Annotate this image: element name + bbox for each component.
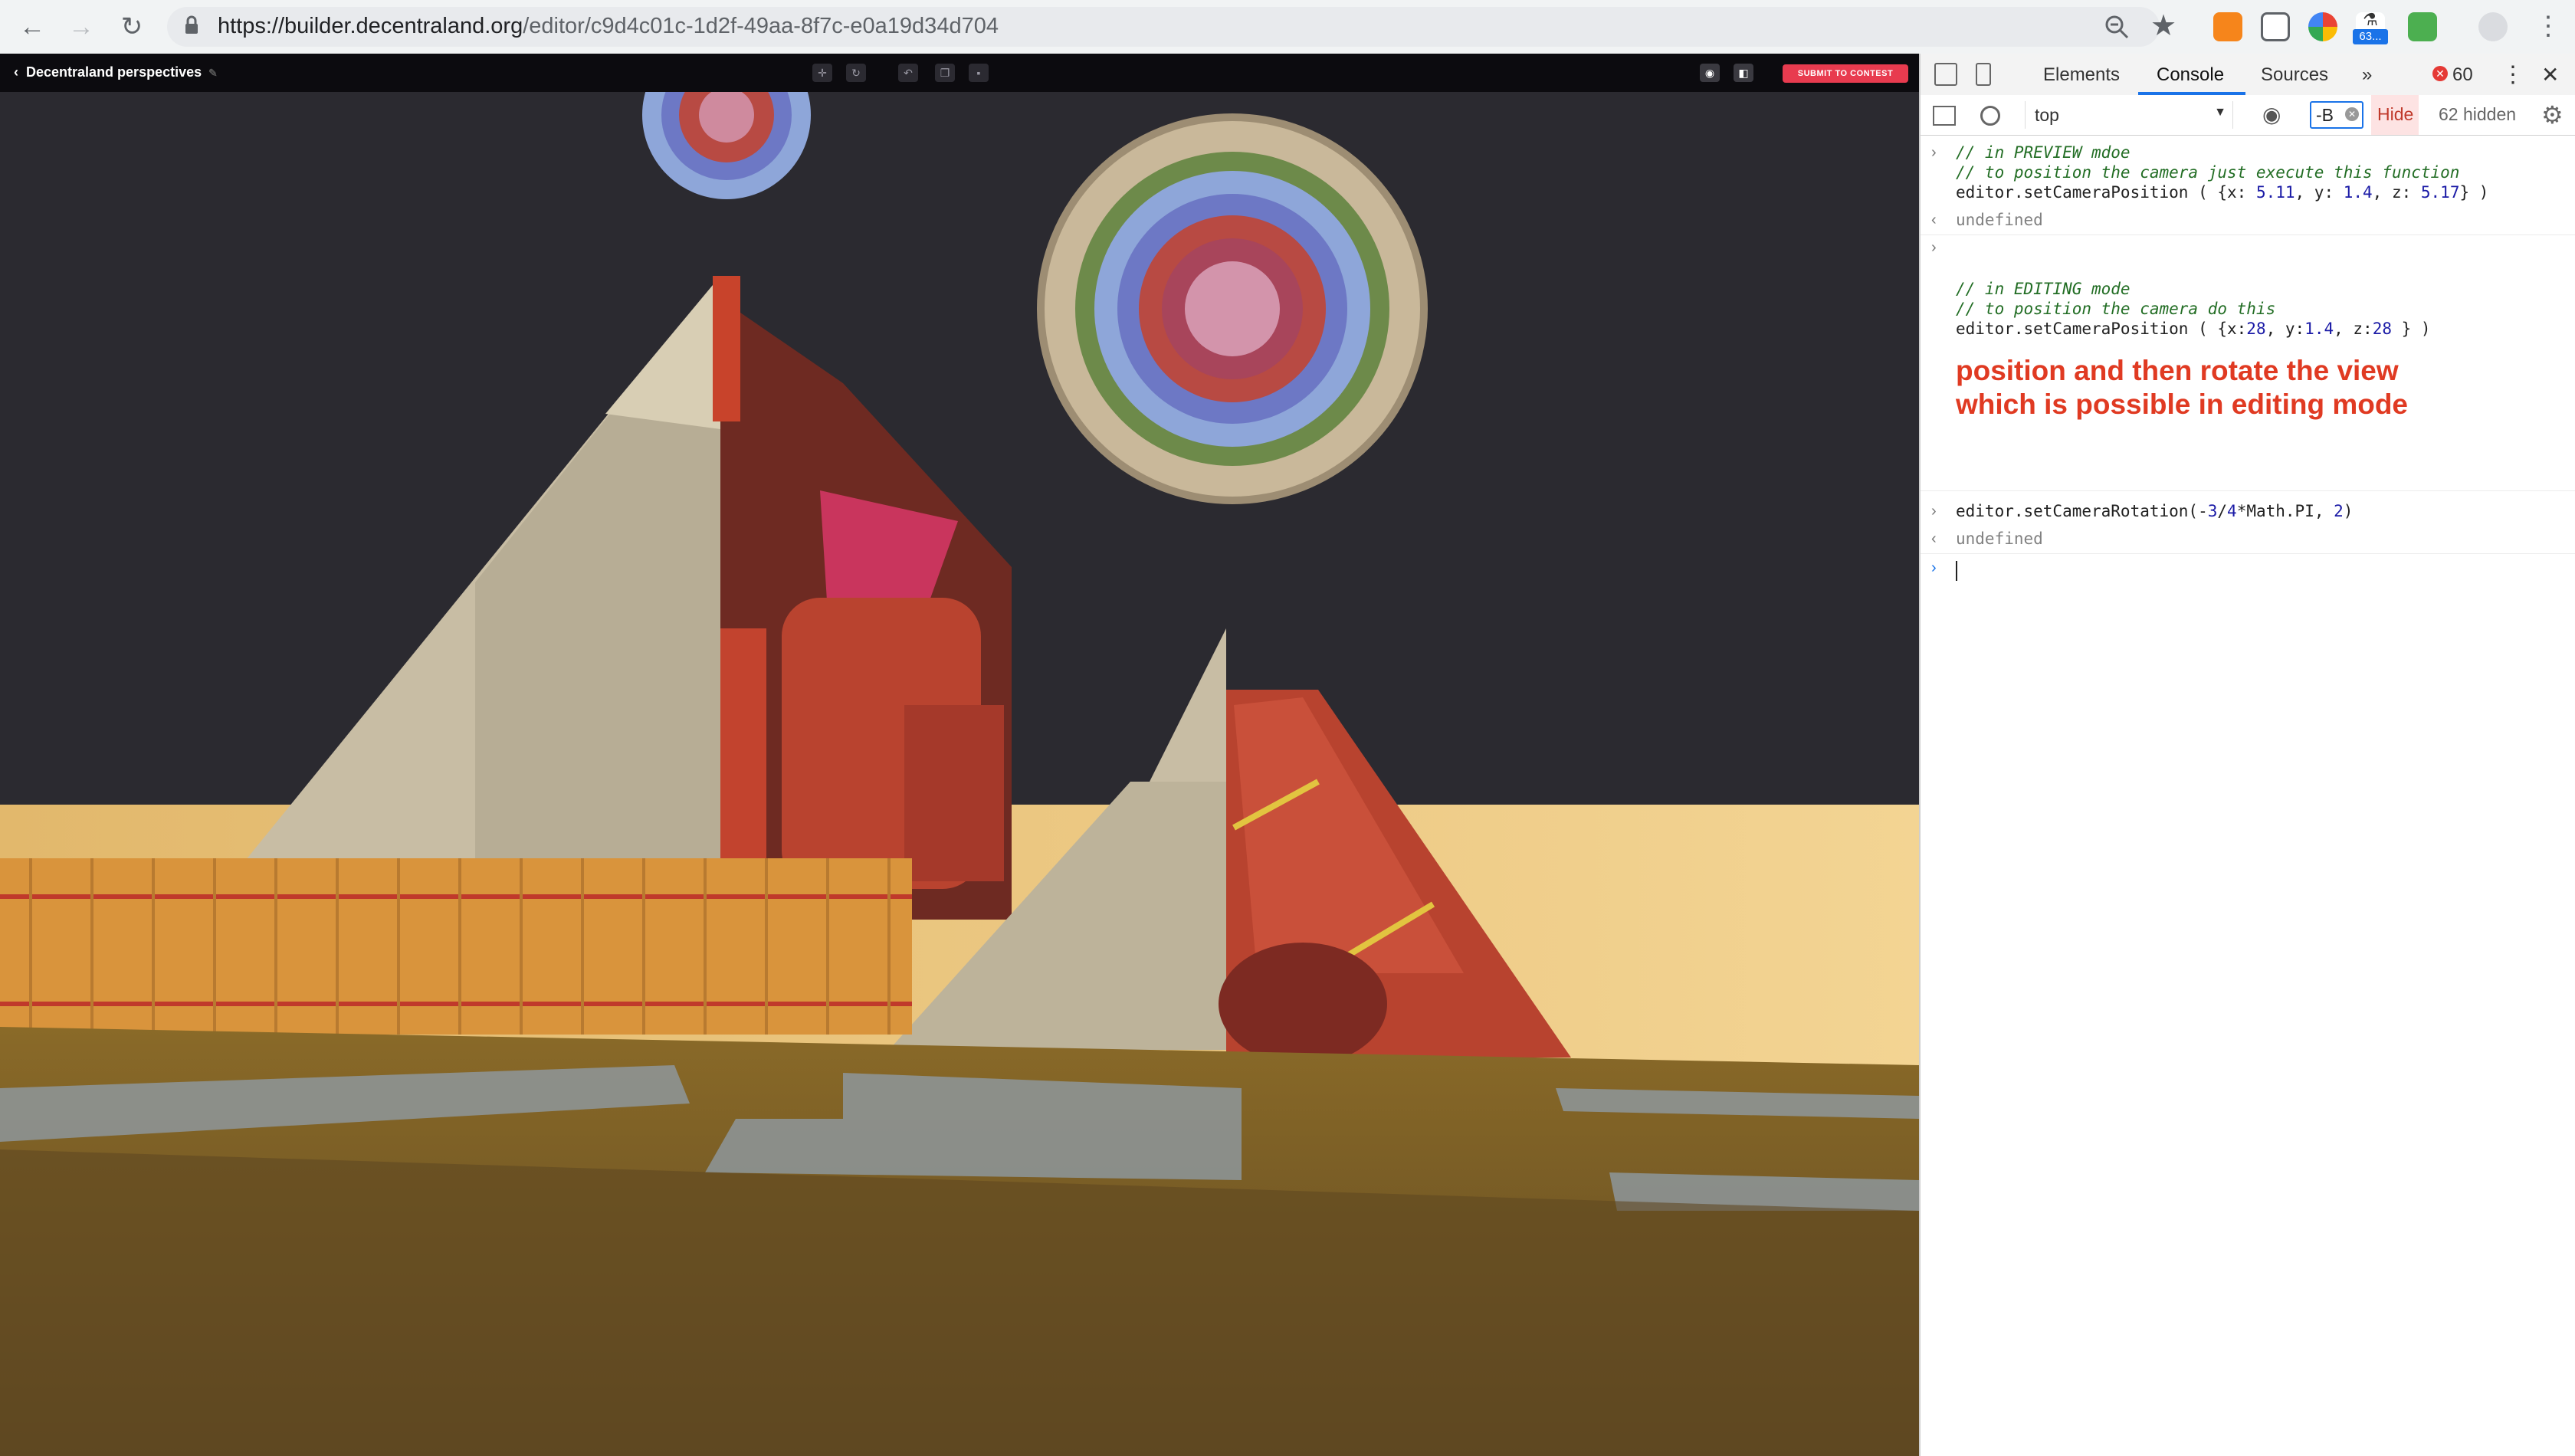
- tab-sources[interactable]: Sources: [2261, 64, 2328, 86]
- result-chevron-icon: ‹: [1931, 530, 1937, 547]
- preview-eye-icon[interactable]: ◉: [1700, 64, 1720, 82]
- text-cursor: [1956, 561, 1957, 581]
- bookmark-star-icon[interactable]: ★: [2150, 8, 2176, 44]
- flask-extension-icon[interactable]: ⚗ 63...: [2353, 11, 2388, 44]
- console-sidebar-icon[interactable]: [1933, 106, 1956, 126]
- browser-menu-icon[interactable]: ⋮: [2535, 9, 2561, 43]
- annotation-line: which is possible in editing mode: [1956, 389, 2409, 420]
- console-command: editor.setCameraPosition ( {x:28, y:1.4,…: [1956, 320, 2431, 338]
- error-count[interactable]: 60: [2452, 64, 2473, 86]
- scene-title[interactable]: Decentraland perspectives: [26, 64, 202, 80]
- context-select[interactable]: top ▼: [2025, 101, 2233, 129]
- metamask-extension-icon[interactable]: [2213, 12, 2242, 41]
- undo-icon[interactable]: ↶: [898, 64, 918, 82]
- console-divider: [1921, 490, 2575, 491]
- context-value: top: [2035, 105, 2059, 125]
- pocket-extension-icon[interactable]: [2261, 12, 2290, 41]
- clear-console-icon[interactable]: [1980, 106, 2000, 126]
- browser-toolbar: ← → ↻ https://builder.decentraland.org/e…: [0, 0, 2575, 54]
- scene-viewport[interactable]: [0, 92, 1919, 1456]
- editor-topbar: ‹ Decentraland perspectives ✎ ✛ ↻ ↶ ❐ ▪ …: [0, 54, 1919, 92]
- more-tabs-icon[interactable]: »: [2362, 64, 2372, 86]
- move-tool-icon[interactable]: ✛: [812, 64, 832, 82]
- barrel-fence[interactable]: [0, 858, 912, 1035]
- console-input[interactable]: [1956, 556, 2535, 584]
- delete-icon[interactable]: ▪: [969, 64, 989, 82]
- console-input-chevron-icon: ›: [1931, 559, 1937, 576]
- error-icon[interactable]: ✕: [2432, 66, 2448, 81]
- url-host: https://builder.decentraland.org: [218, 14, 523, 38]
- console-divider: [1921, 553, 2575, 554]
- back-arrow-icon[interactable]: ←: [15, 10, 49, 44]
- console-result: undefined: [1956, 530, 2043, 548]
- forward-arrow-icon[interactable]: →: [64, 10, 98, 44]
- input-chevron-icon: ›: [1931, 503, 1937, 520]
- sidebar-toggle-icon[interactable]: ◧: [1734, 64, 1753, 82]
- reload-icon[interactable]: ↻: [115, 10, 149, 44]
- input-chevron-icon: ›: [1931, 239, 1937, 256]
- scene-title-area[interactable]: ‹ Decentraland perspectives ✎: [14, 63, 218, 82]
- console-settings-gear-icon[interactable]: ⚙: [2541, 101, 2564, 129]
- console-toolbar: top ▼ ◉ -B ✕ Hide 62 hidden ⚙: [1921, 95, 2575, 136]
- submit-to-contest-button[interactable]: SUBMIT TO CONTEST: [1783, 64, 1908, 83]
- console-comment: // in EDITING mode: [1956, 280, 2131, 298]
- console-command: editor.setCameraRotation(-3/4*Math.PI, 2…: [1956, 502, 2354, 520]
- tab-console[interactable]: Console: [2157, 64, 2224, 86]
- filter-value: -B: [2316, 105, 2334, 125]
- input-chevron-icon: ›: [1931, 144, 1937, 161]
- profile-avatar[interactable]: [2478, 12, 2508, 41]
- live-expression-eye-icon[interactable]: ◉: [2262, 103, 2281, 127]
- devtools-menu-icon[interactable]: ⋮: [2501, 64, 2524, 87]
- devtools-tabbar: Elements Console Sources » ✕ 60 ⋮ ✕: [1921, 54, 2575, 96]
- annotation-line: position and then rotate the view: [1956, 355, 2399, 386]
- extension-badge: 63...: [2353, 29, 2388, 44]
- devtools-panel: Elements Console Sources » ✕ 60 ⋮ ✕ top …: [1919, 54, 2575, 1456]
- duplicate-icon[interactable]: ❐: [935, 64, 955, 82]
- rotate-tool-icon[interactable]: ↻: [846, 64, 866, 82]
- disc-ornament-large[interactable]: [1037, 113, 1428, 504]
- chevron-down-icon: ▼: [2214, 106, 2226, 119]
- color-wheel-extension-icon[interactable]: [2308, 12, 2337, 41]
- edit-pencil-icon[interactable]: ✎: [205, 67, 218, 79]
- console-divider: [1921, 234, 2575, 235]
- url-path: /editor/c9d4c01c-1d2f-49aa-8f7c-e0a19d34…: [523, 14, 999, 38]
- tab-elements[interactable]: Elements: [2043, 64, 2120, 86]
- console-result: undefined: [1956, 211, 2043, 229]
- url-text[interactable]: https://builder.decentraland.org/editor/…: [218, 11, 999, 41]
- zoom-icon[interactable]: [2104, 14, 2130, 40]
- green-extension-icon[interactable]: [2408, 12, 2437, 41]
- lock-icon: [185, 15, 198, 34]
- close-devtools-icon[interactable]: ✕: [2541, 64, 2559, 86]
- hide-network-toggle[interactable]: Hide: [2371, 95, 2419, 135]
- console-filter-input[interactable]: -B ✕: [2310, 101, 2363, 129]
- result-chevron-icon: ‹: [1931, 212, 1937, 228]
- console-comment: // to position the camera just execute t…: [1956, 163, 2460, 182]
- console-comment: // to position the camera do this: [1956, 300, 2276, 318]
- back-chevron-icon[interactable]: ‹: [14, 64, 18, 80]
- ground-platform: [0, 1027, 1919, 1456]
- console-command: editor.setCameraPosition ( {x: 5.11, y: …: [1956, 183, 2489, 202]
- inspect-element-icon[interactable]: [1934, 63, 1957, 86]
- hide-label: Hide: [2377, 104, 2414, 124]
- clear-filter-icon[interactable]: ✕: [2345, 107, 2359, 121]
- device-toolbar-icon[interactable]: [1976, 63, 1991, 86]
- hidden-count: 62 hidden: [2439, 104, 2517, 124]
- console-comment: // in PREVIEW mdoe: [1956, 143, 2131, 162]
- annotation-note: position and then rotate the view which …: [1956, 354, 2408, 421]
